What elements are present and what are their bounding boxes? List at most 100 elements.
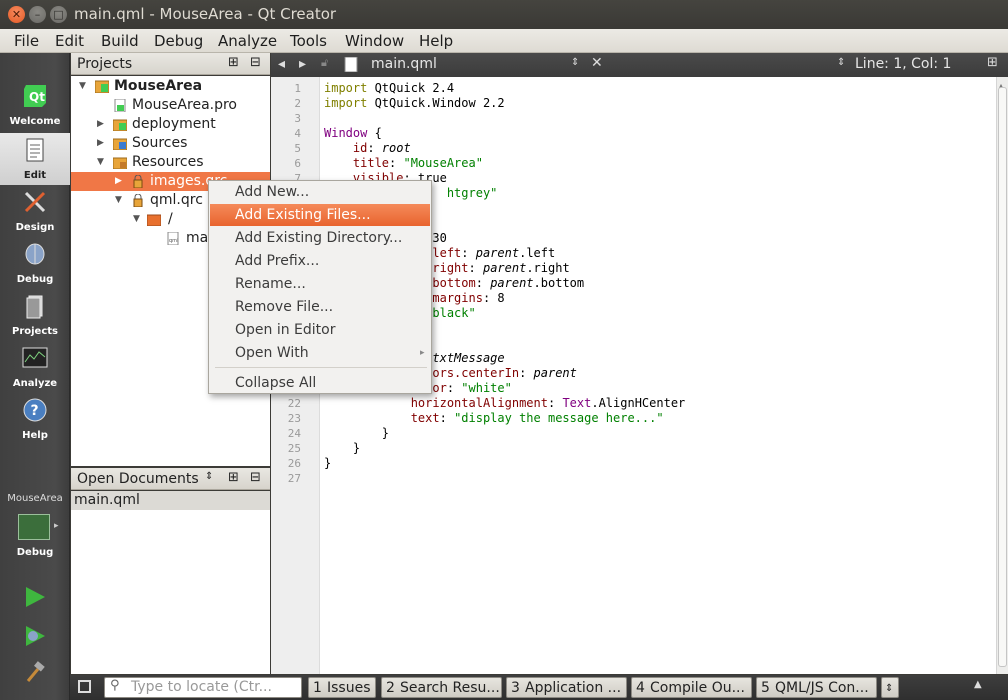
collapse-arrow-icon[interactable]: ▼ <box>133 210 140 229</box>
minimize-window-button[interactable]: – <box>29 6 46 23</box>
sources-folder-icon <box>113 138 127 150</box>
output-tab-qml-console[interactable]: 5 QML/JS Con... <box>756 677 877 698</box>
tree-item-resources[interactable]: ▼ Resources <box>71 153 270 172</box>
menu-edit[interactable]: Edit <box>55 32 84 50</box>
open-documents-title[interactable]: Open Documents <box>77 471 199 487</box>
menu-analyze[interactable]: Analyze <box>218 32 277 50</box>
mode-label: Debug <box>16 274 54 285</box>
code-line: text: "display the message here..." <box>410 411 664 425</box>
close-window-button[interactable]: ✕ <box>8 6 25 23</box>
output-pane-toggle-icon[interactable]: ▲ <box>974 679 982 690</box>
run-icon[interactable] <box>24 586 46 608</box>
collapse-arrow-icon[interactable]: ▼ <box>115 191 122 210</box>
build-hammer-icon[interactable] <box>24 661 46 683</box>
mode-design[interactable]: Design <box>0 185 70 237</box>
tab-label: Compile Ou... <box>650 680 745 696</box>
menu-item-add-existing-directory[interactable]: Add Existing Directory... <box>210 227 430 249</box>
forward-icon[interactable]: ▸ <box>299 56 306 72</box>
expand-arrow-icon[interactable]: ▶ <box>97 134 104 153</box>
menu-item-add-existing-files[interactable]: Add Existing Files... <box>210 204 430 226</box>
line-number: 26 <box>287 457 301 470</box>
menu-file[interactable]: File <box>14 32 39 50</box>
menu-debug[interactable]: Debug <box>154 32 203 50</box>
qml-file-icon <box>344 57 358 72</box>
tree-label: Resources <box>132 154 204 170</box>
output-tab-application[interactable]: 3 Application ... <box>506 677 627 698</box>
mode-selector: Qt Welcome Edit Design Debug Projects An… <box>0 53 70 700</box>
code-line: import QtQuick.Window 2.2 <box>324 96 505 110</box>
cursor-position[interactable]: Line: 1, Col: 1 <box>855 56 951 72</box>
mode-projects[interactable]: Projects <box>0 289 70 341</box>
maximize-window-button[interactable]: □ <box>50 6 67 23</box>
code-line: import QtQuick 2.4 <box>324 81 455 95</box>
menu-item-open-with[interactable]: Open With ▸ <box>210 342 430 364</box>
line-number: 3 <box>294 112 301 125</box>
mode-edit[interactable]: Edit <box>0 133 70 185</box>
more-tabs-button[interactable]: ⇕ <box>881 677 899 698</box>
qrc-lock-icon <box>133 175 143 188</box>
code-line: } <box>324 441 361 455</box>
view-selector-arrow-icon[interactable]: ⇕ <box>205 471 213 482</box>
output-tab-compile-output[interactable]: 4 Compile Ou... <box>631 677 752 698</box>
tree-item-project[interactable]: ▼ MouseArea <box>71 77 270 96</box>
tree-item-sources[interactable]: ▶ Sources <box>71 134 270 153</box>
locator-input[interactable]: Type to locate (Ctr... <box>104 677 302 698</box>
open-document-item[interactable]: main.qml <box>71 491 270 510</box>
split-icon[interactable]: ⊞ <box>228 470 239 485</box>
mode-label: Welcome <box>9 116 61 127</box>
kit-build-config: Debug <box>16 547 54 558</box>
projects-view-selector[interactable]: Projects <box>77 56 132 72</box>
expand-arrow-icon[interactable]: ▶ <box>115 172 122 191</box>
back-icon[interactable]: ◂ <box>278 56 285 72</box>
line-number: 24 <box>287 427 301 440</box>
scrollbar-thumb[interactable] <box>998 87 1007 667</box>
mode-welcome[interactable]: Qt Welcome <box>0 79 70 131</box>
menu-window[interactable]: Window <box>345 32 404 50</box>
split-icon[interactable]: ⊞ <box>228 55 239 70</box>
tree-label: qml.qrc <box>150 192 203 208</box>
toggle-sidebar-icon[interactable] <box>78 680 91 693</box>
resources-folder-icon <box>113 157 127 169</box>
editor-file-selector[interactable]: main.qml <box>371 56 437 72</box>
submenu-arrow-icon: ▸ <box>420 348 425 358</box>
svg-text:qml: qml <box>169 238 178 244</box>
analyze-icon <box>22 347 48 368</box>
tree-label: / <box>168 211 173 227</box>
split-editor-icon[interactable]: ⊞ <box>987 55 998 70</box>
tree-item-pro-file[interactable]: MouseArea.pro <box>71 96 270 115</box>
menu-item-add-new[interactable]: Add New... <box>210 181 430 203</box>
line-number: 2 <box>294 97 301 110</box>
symbol-selector-arrow-icon[interactable]: ⇕ <box>837 57 845 68</box>
output-tab-issues[interactable]: 1 Issues <box>308 677 376 698</box>
menu-item-open-in-editor[interactable]: Open in Editor <box>210 319 430 341</box>
output-tab-search-results[interactable]: 2 Search Resu... <box>381 677 502 698</box>
kit-project-name: MouseArea <box>7 493 63 504</box>
close-pane-icon[interactable]: ⊟ <box>250 55 261 70</box>
menu-help[interactable]: Help <box>419 32 453 50</box>
mode-debug[interactable]: Debug <box>0 237 70 289</box>
menu-tools[interactable]: Tools <box>290 32 327 50</box>
expand-arrow-icon[interactable]: ▶ <box>97 115 104 134</box>
menu-bar: File Edit Build Debug Analyze Tools Wind… <box>0 29 1008 53</box>
menu-item-remove-file[interactable]: Remove File... <box>210 296 430 318</box>
menu-item-collapse-all[interactable]: Collapse All <box>210 372 430 394</box>
line-number: 5 <box>294 142 301 155</box>
mode-help[interactable]: ? Help <box>0 393 70 445</box>
kit-target-icon[interactable] <box>18 514 50 540</box>
close-pane-icon[interactable]: ⊟ <box>250 470 261 485</box>
collapse-arrow-icon[interactable]: ▼ <box>79 77 86 96</box>
menu-item-add-prefix[interactable]: Add Prefix... <box>210 250 430 272</box>
menu-build[interactable]: Build <box>101 32 139 50</box>
debug-run-icon[interactable] <box>24 625 46 647</box>
qrc-lock-icon <box>133 194 143 207</box>
menu-item-rename[interactable]: Rename... <box>210 273 430 295</box>
file-selector-arrow-icon[interactable]: ⇕ <box>571 57 579 68</box>
mode-analyze[interactable]: Analyze <box>0 341 70 393</box>
tree-item-deployment[interactable]: ▶ deployment <box>71 115 270 134</box>
kit-expand-icon[interactable]: ▸ <box>54 521 59 531</box>
close-document-icon[interactable]: ✕ <box>591 55 603 71</box>
editor-scrollbar[interactable]: ▴ <box>996 77 1008 674</box>
collapse-arrow-icon[interactable]: ▼ <box>97 153 104 172</box>
svg-text:?: ? <box>31 403 39 419</box>
qt-project-icon <box>95 80 109 93</box>
